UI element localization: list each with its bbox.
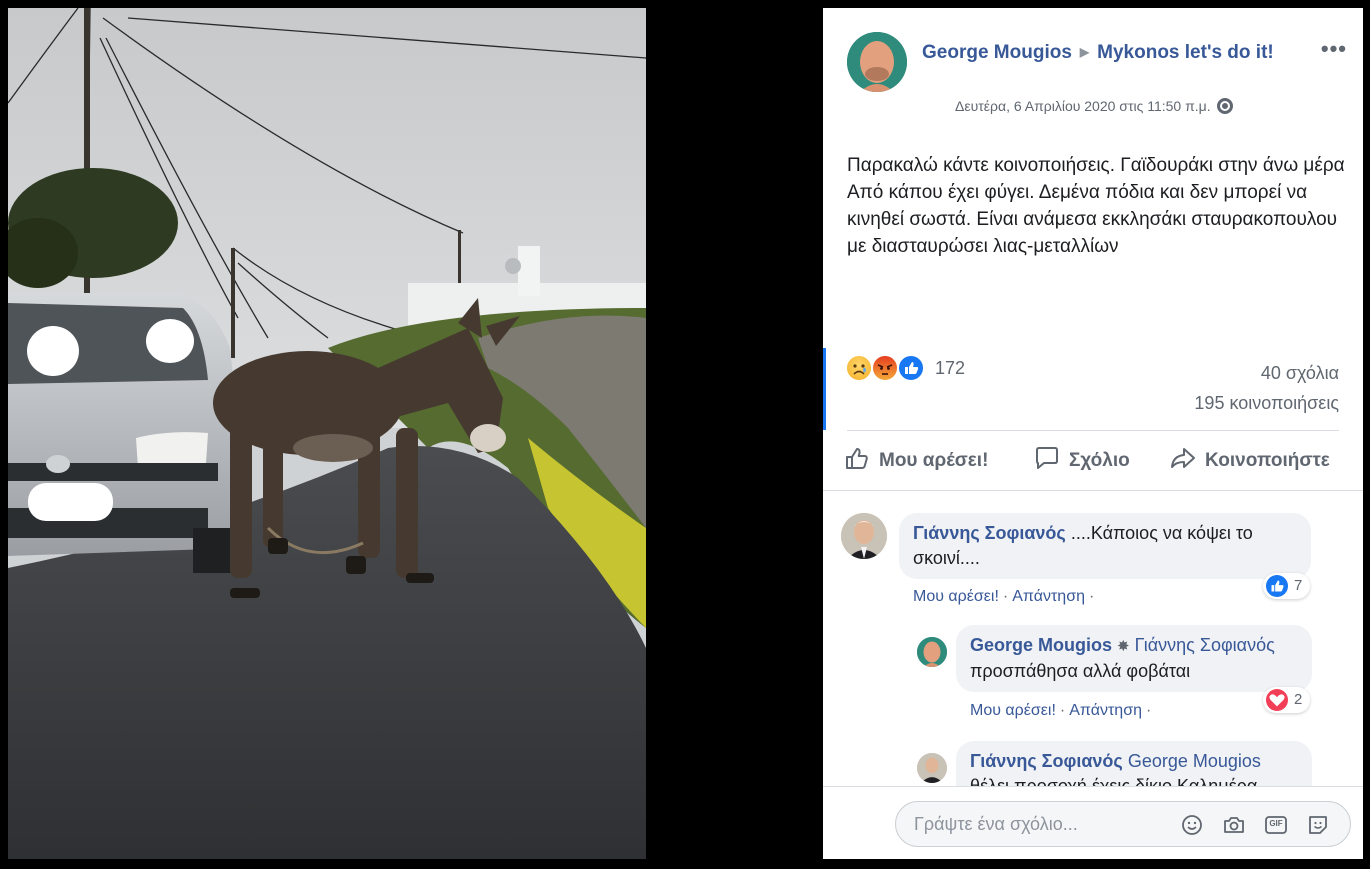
gif-icon[interactable]: GIF	[1264, 813, 1288, 837]
commenter-avatar[interactable]	[917, 637, 947, 667]
share-button-label: Κοινοποιήστε	[1205, 450, 1330, 471]
comment-author-link[interactable]: George Mougios	[970, 635, 1112, 655]
separator-dot: ·	[1088, 588, 1095, 605]
comment-reply-link[interactable]: Απάντηση	[1012, 588, 1085, 605]
post-panel: George Mougios ▶ Mykonos let's do it! ••• …	[823, 8, 1363, 859]
donkey-photo-image	[8, 8, 646, 859]
comment-text: προσπάθησα αλλά φοβάται	[970, 661, 1191, 681]
engagement-counts: 40 σχόλια 195 κοινοποιήσεις	[1194, 358, 1339, 418]
emoji-icon[interactable]	[1180, 813, 1204, 837]
comment-actions: Μου αρέσει! · Απάντηση ·	[970, 702, 1155, 720]
mention-link[interactable]: George Mougios	[1128, 751, 1261, 771]
like-button-label: Μου αρέσει!	[879, 450, 989, 471]
author-name-link[interactable]: George Mougios	[922, 42, 1072, 63]
reaction-count[interactable]: 172	[935, 358, 965, 379]
share-icon	[1171, 448, 1195, 468]
comment-actions: Μου αρέσει! · Απάντηση ·	[913, 588, 1098, 606]
camera-icon[interactable]	[1222, 813, 1246, 837]
comment-author-link[interactable]: Γιάννης Σοφιανός	[913, 523, 1066, 543]
love-reaction-icon	[1266, 689, 1288, 711]
post-date: Δευτέρα, 6 Απριλίου 2020 στις 11:50 π.μ.	[955, 98, 1233, 114]
sad-reaction-icon	[845, 354, 873, 382]
comment-input-box[interactable]: GIF	[895, 801, 1351, 847]
separator-dot: ·	[1002, 588, 1009, 605]
separator-dot: ·	[1145, 702, 1152, 719]
reply-item: Γιάννης Σοφιανός George Mougios θέλει πρ…	[823, 735, 1363, 786]
gif-label: GIF	[1269, 819, 1283, 828]
like-reaction-icon	[897, 354, 925, 382]
author-badge-icon: ✸	[1117, 638, 1130, 655]
comment-bubble: Γιάννης Σοφιανός George Mougios θέλει πρ…	[956, 741, 1312, 786]
author-avatar[interactable]	[847, 32, 907, 92]
caret-right-icon: ▶	[1079, 45, 1090, 59]
comment-composer: GIF	[823, 786, 1363, 859]
comment-reaction-badge[interactable]: 2	[1263, 687, 1311, 713]
like-reaction-icon	[1266, 575, 1288, 597]
mention-link[interactable]: Γιάννης Σοφιανός	[1135, 635, 1275, 655]
more-options-icon[interactable]: •••	[1321, 36, 1347, 62]
comment-reaction-badge[interactable]: 7	[1263, 573, 1311, 599]
comment-text: θέλει προσοχή.έχεις δίκιο.Καλημέρα.	[970, 776, 1263, 786]
globe-icon	[1216, 98, 1233, 114]
post-timestamp-link[interactable]: Δευτέρα, 6 Απριλίου 2020 στις 11:50 π.μ.	[955, 98, 1211, 114]
thumbs-up-icon	[846, 448, 868, 469]
comment-input[interactable]	[914, 802, 1164, 846]
comment-button[interactable]: Σχόλιο	[1033, 438, 1130, 484]
comment-reaction-count: 7	[1294, 577, 1303, 594]
commenter-avatar[interactable]	[917, 753, 947, 783]
comment-bubble: Γιάννης Σοφιανός ....Κάποιος να κόψει το…	[899, 513, 1311, 579]
post-header: George Mougios ▶ Mykonos let's do it! ••• …	[847, 32, 1347, 132]
commenter-avatar[interactable]	[841, 513, 887, 559]
group-name-link[interactable]: Mykonos let's do it!	[1097, 42, 1274, 63]
comment-button-label: Σχόλιο	[1069, 450, 1130, 471]
comment-icon	[1036, 447, 1058, 469]
comment-reaction-count: 2	[1294, 691, 1303, 708]
photo-viewer: George Mougios ▶ Mykonos let's do it! ••• …	[0, 0, 1370, 869]
comment-like-link[interactable]: Μου αρέσει!	[913, 588, 999, 605]
angry-reaction-icon	[871, 354, 899, 382]
focus-indicator	[823, 348, 826, 430]
shares-count-link[interactable]: 195 κοινοποιήσεις	[1194, 388, 1339, 418]
sticker-icon[interactable]	[1306, 813, 1330, 837]
post-message: Παρακαλώ κάντε κοινοποιήσεις. Γαϊδουράκι…	[847, 155, 1345, 257]
post-actions-bar: Μου αρέσει! Σχόλιο Κοινοποιήστε	[839, 438, 1349, 484]
comment-like-link[interactable]: Μου αρέσει!	[970, 702, 1056, 719]
comment-reply-link[interactable]: Απάντηση	[1069, 702, 1142, 719]
comment-bubble: George Mougios ✸ Γιάννης Σοφιανός προσπά…	[956, 625, 1312, 692]
comments-count-link[interactable]: 40 σχόλια	[1194, 358, 1339, 388]
comment-author-link[interactable]: Γιάννης Σοφιανός	[970, 751, 1123, 771]
comment-item: Γιάννης Σοφιανός ....Κάποιος να κόψει το…	[823, 491, 1363, 611]
author-avatar-image	[847, 32, 907, 92]
separator-dot: ·	[1059, 702, 1066, 719]
like-button[interactable]: Μου αρέσει!	[843, 438, 988, 484]
comments-list[interactable]: Γιάννης Σοφιανός ....Κάποιος να κόψει το…	[823, 490, 1363, 786]
post-photo[interactable]	[8, 8, 646, 859]
share-button[interactable]: Κοινοποιήστε	[1169, 438, 1330, 484]
divider	[847, 430, 1339, 431]
reply-item: George Mougios ✸ Γιάννης Σοφιανός προσπά…	[823, 617, 1363, 727]
post-title: George Mougios ▶ Mykonos let's do it!	[922, 38, 1302, 67]
